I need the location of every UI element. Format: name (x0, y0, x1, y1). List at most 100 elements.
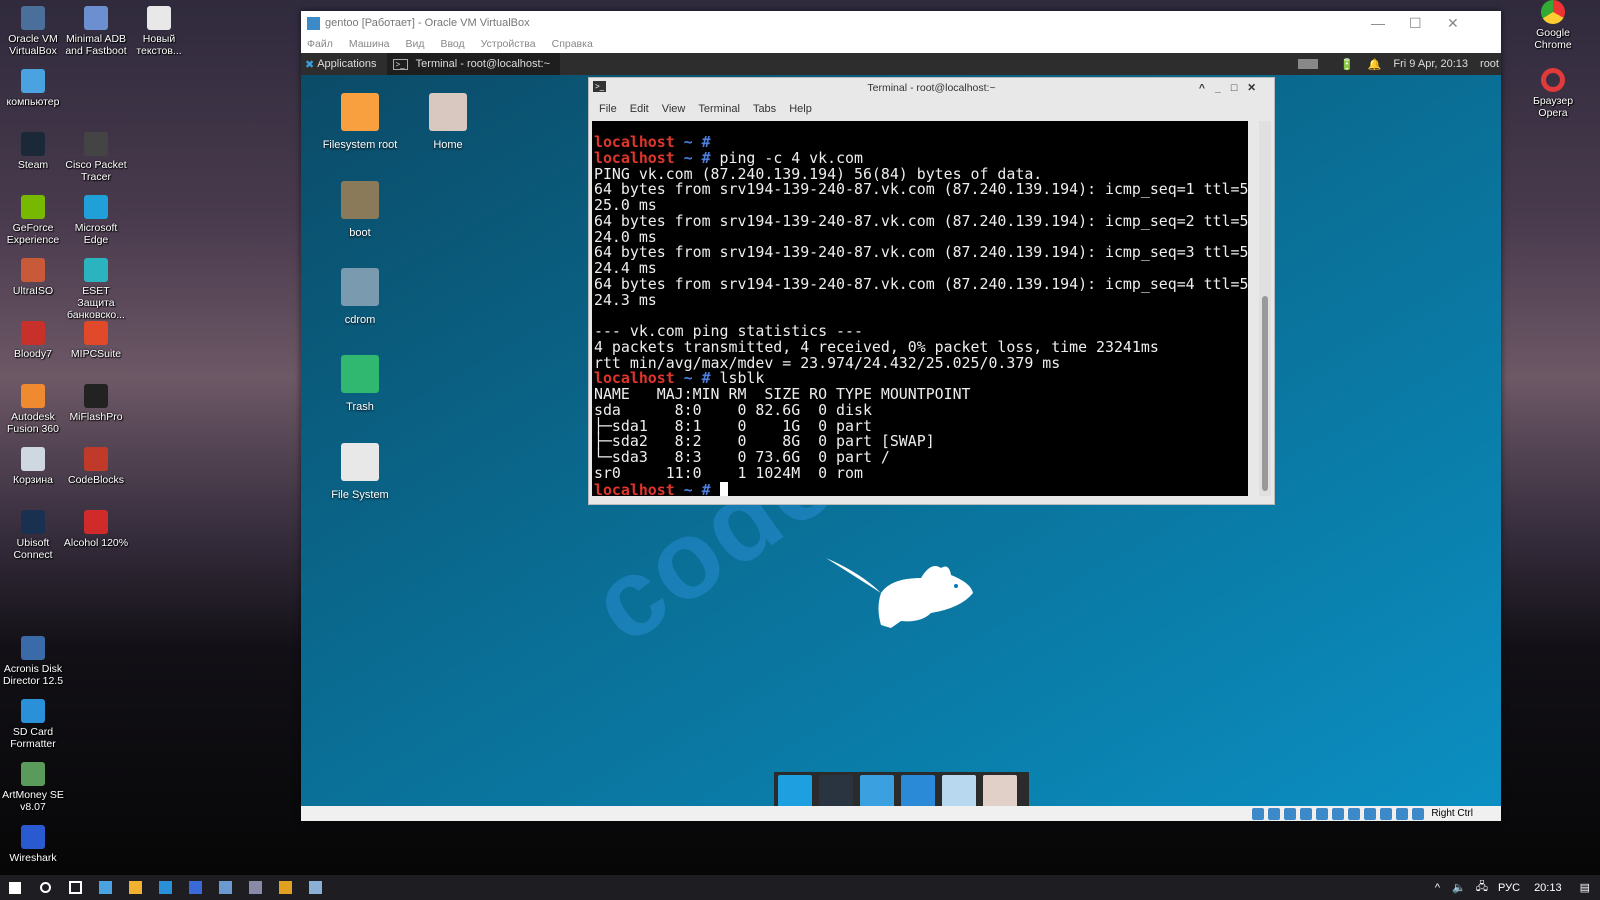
start-button[interactable] (0, 875, 30, 900)
guest-desktop-icon[interactable]: boot (315, 181, 405, 239)
desktop-icon-label: SD Card Formatter (10, 726, 56, 750)
desktop-icon[interactable]: ESET Защита банковско... (63, 258, 129, 321)
vbox-status-device-icon[interactable] (1412, 807, 1425, 820)
desktop-icon-label: Новый текстов... (136, 33, 182, 57)
guest-desktop-icon[interactable]: Filesystem root (315, 93, 405, 151)
desktop-icon[interactable]: Wireshark (0, 825, 66, 864)
menu-machine[interactable]: Машина (349, 38, 390, 50)
vbox-status-device-icon[interactable] (1396, 807, 1409, 820)
desktop-icon[interactable]: GeForce Experience (0, 195, 66, 246)
taskbar-clock[interactable]: 20:13 (1534, 882, 1562, 894)
menu-edit[interactable]: Edit (630, 103, 649, 115)
desktop-icon[interactable]: ArtMoney SE v8.07 (0, 762, 66, 813)
desktop-icon[interactable]: Alcohol 120% (63, 510, 129, 549)
notifications-icon[interactable]: ▤ (1580, 881, 1590, 894)
taskbar-app-icon[interactable] (90, 875, 120, 900)
taskbar-app-icon[interactable] (300, 875, 330, 900)
vbox-status-device-icon[interactable] (1364, 807, 1377, 820)
menu-input[interactable]: Ввод (440, 38, 464, 50)
vbox-status-device-icon[interactable] (1332, 807, 1345, 820)
dock-folder-icon[interactable] (983, 775, 1017, 806)
applications-menu[interactable]: Applications (317, 58, 376, 70)
terminal-titlebar[interactable]: >_ Terminal - root@localhost:~ ^_□✕ (589, 78, 1274, 98)
menu-file[interactable]: Файл (307, 38, 333, 50)
menu-terminal[interactable]: Terminal (698, 103, 740, 115)
xfce-mouse-logo (826, 558, 973, 628)
menu-devices[interactable]: Устройства (481, 38, 536, 50)
vbox-titlebar[interactable]: gentoo [Работает] - Oracle VM VirtualBox (301, 11, 1501, 35)
desktop-icon-label: GeForce Experience (6, 222, 60, 246)
panel-user[interactable]: root (1480, 58, 1499, 70)
dock-file-manager-icon[interactable] (860, 775, 894, 806)
power-icon[interactable]: 🔋 (1340, 58, 1354, 71)
close-button[interactable]: ✕ (1447, 15, 1459, 32)
vbox-status-device-icon[interactable] (1380, 807, 1393, 820)
taskbar-app-icon[interactable] (150, 875, 180, 900)
task-view-button[interactable] (60, 875, 90, 900)
notification-bell-icon[interactable]: 🔔 (1368, 58, 1382, 71)
desktop-icon[interactable]: компьютер (0, 69, 66, 108)
desktop-icon[interactable]: Oracle VM VirtualBox (0, 6, 66, 57)
vbox-status-device-icon[interactable] (1316, 807, 1329, 820)
taskbar-app-icon[interactable] (180, 875, 210, 900)
desktop-icon[interactable]: Minimal ADB and Fastboot (63, 6, 129, 57)
desktop-icon[interactable]: Steam (0, 132, 66, 171)
guest-desktop-icon[interactable]: Home (403, 93, 493, 151)
scrollbar-thumb[interactable] (1262, 296, 1268, 491)
menu-file[interactable]: File (599, 103, 617, 115)
desktop-icon[interactable]: Microsoft Edge (63, 195, 129, 246)
desktop-icon[interactable]: Acronis Disk Director 12.5 (0, 636, 66, 687)
dock-app-finder-icon[interactable] (942, 775, 976, 806)
menu-help[interactable]: Справка (552, 38, 593, 50)
dock-terminal-icon[interactable] (819, 775, 853, 806)
desktop-icon[interactable]: UltraISO (0, 258, 66, 297)
search-button[interactable] (30, 875, 60, 900)
menu-view[interactable]: View (662, 103, 686, 115)
vbox-status-device-icon[interactable] (1300, 807, 1313, 820)
panel-clock[interactable]: Fri 9 Apr, 20:13 (1393, 58, 1468, 70)
vbox-status-device-icon[interactable] (1348, 807, 1361, 820)
window-controls[interactable]: ^_□✕ (1199, 82, 1266, 94)
taskbar-terminal-task[interactable]: >_ Terminal - root@localhost:~ (386, 53, 561, 75)
desktop-icon[interactable]: MiFlashPro (63, 384, 129, 423)
terminal-output[interactable]: localhost ~ # localhost ~ # ping -c 4 vk.… (592, 121, 1248, 496)
desktop-icon[interactable]: MIPCSuite (63, 321, 129, 360)
menu-tabs[interactable]: Tabs (753, 103, 776, 115)
app-icon (21, 321, 45, 345)
network-icon[interactable]: 🖧 (1476, 878, 1488, 897)
dock-web-browser-icon[interactable] (901, 775, 935, 806)
desktop-icon[interactable]: CodeBlocks (63, 447, 129, 486)
terminal-scrollbar[interactable] (1259, 121, 1271, 496)
desktop-icon[interactable]: Корзина (0, 447, 66, 486)
desktop-icon[interactable]: SD Card Formatter (0, 699, 66, 750)
dock-show-desktop-icon[interactable] (778, 775, 812, 806)
vbox-status-device-icon[interactable] (1252, 807, 1265, 820)
tray-chevron-icon[interactable]: ^ (1435, 882, 1440, 894)
taskbar-app-icon[interactable] (270, 875, 300, 900)
language-indicator[interactable]: РУС (1498, 882, 1520, 894)
guest-desktop-icon[interactable]: cdrom (315, 268, 405, 326)
menu-view[interactable]: Вид (405, 38, 424, 50)
vbox-status-device-icon[interactable] (1284, 807, 1297, 820)
guest-desktop-icon[interactable]: File System (315, 443, 405, 501)
desktop-icon[interactable]: Autodesk Fusion 360 (0, 384, 66, 435)
menu-help[interactable]: Help (789, 103, 812, 115)
vbox-status-device-icon[interactable] (1268, 807, 1281, 820)
volume-icon[interactable]: 🔈 (1452, 881, 1466, 894)
minimize-button[interactable]: — (1371, 15, 1385, 31)
workspace-switcher[interactable] (1298, 59, 1319, 69)
host-key-label: Right Ctrl (1431, 808, 1473, 819)
taskbar-app-icon[interactable] (240, 875, 270, 900)
taskbar-app-icon[interactable] (120, 875, 150, 900)
desktop-icon-google-chrome[interactable]: Google Chrome (1520, 0, 1586, 51)
icon-label: Filesystem root (322, 139, 398, 151)
guest-desktop-icon[interactable]: Trash (315, 355, 405, 413)
desktop-icon-opera[interactable]: Браузер Opera (1520, 68, 1586, 119)
maximize-button[interactable]: ☐ (1409, 15, 1422, 32)
desktop-icon[interactable]: Cisco Packet Tracer (63, 132, 129, 183)
terminal-line: 24.3 ms (594, 292, 1248, 309)
taskbar-app-icon[interactable] (210, 875, 240, 900)
desktop-icon[interactable]: Новый текстов... (126, 6, 192, 57)
desktop-icon[interactable]: Bloody7 (0, 321, 66, 360)
desktop-icon[interactable]: Ubisoft Connect (0, 510, 66, 561)
